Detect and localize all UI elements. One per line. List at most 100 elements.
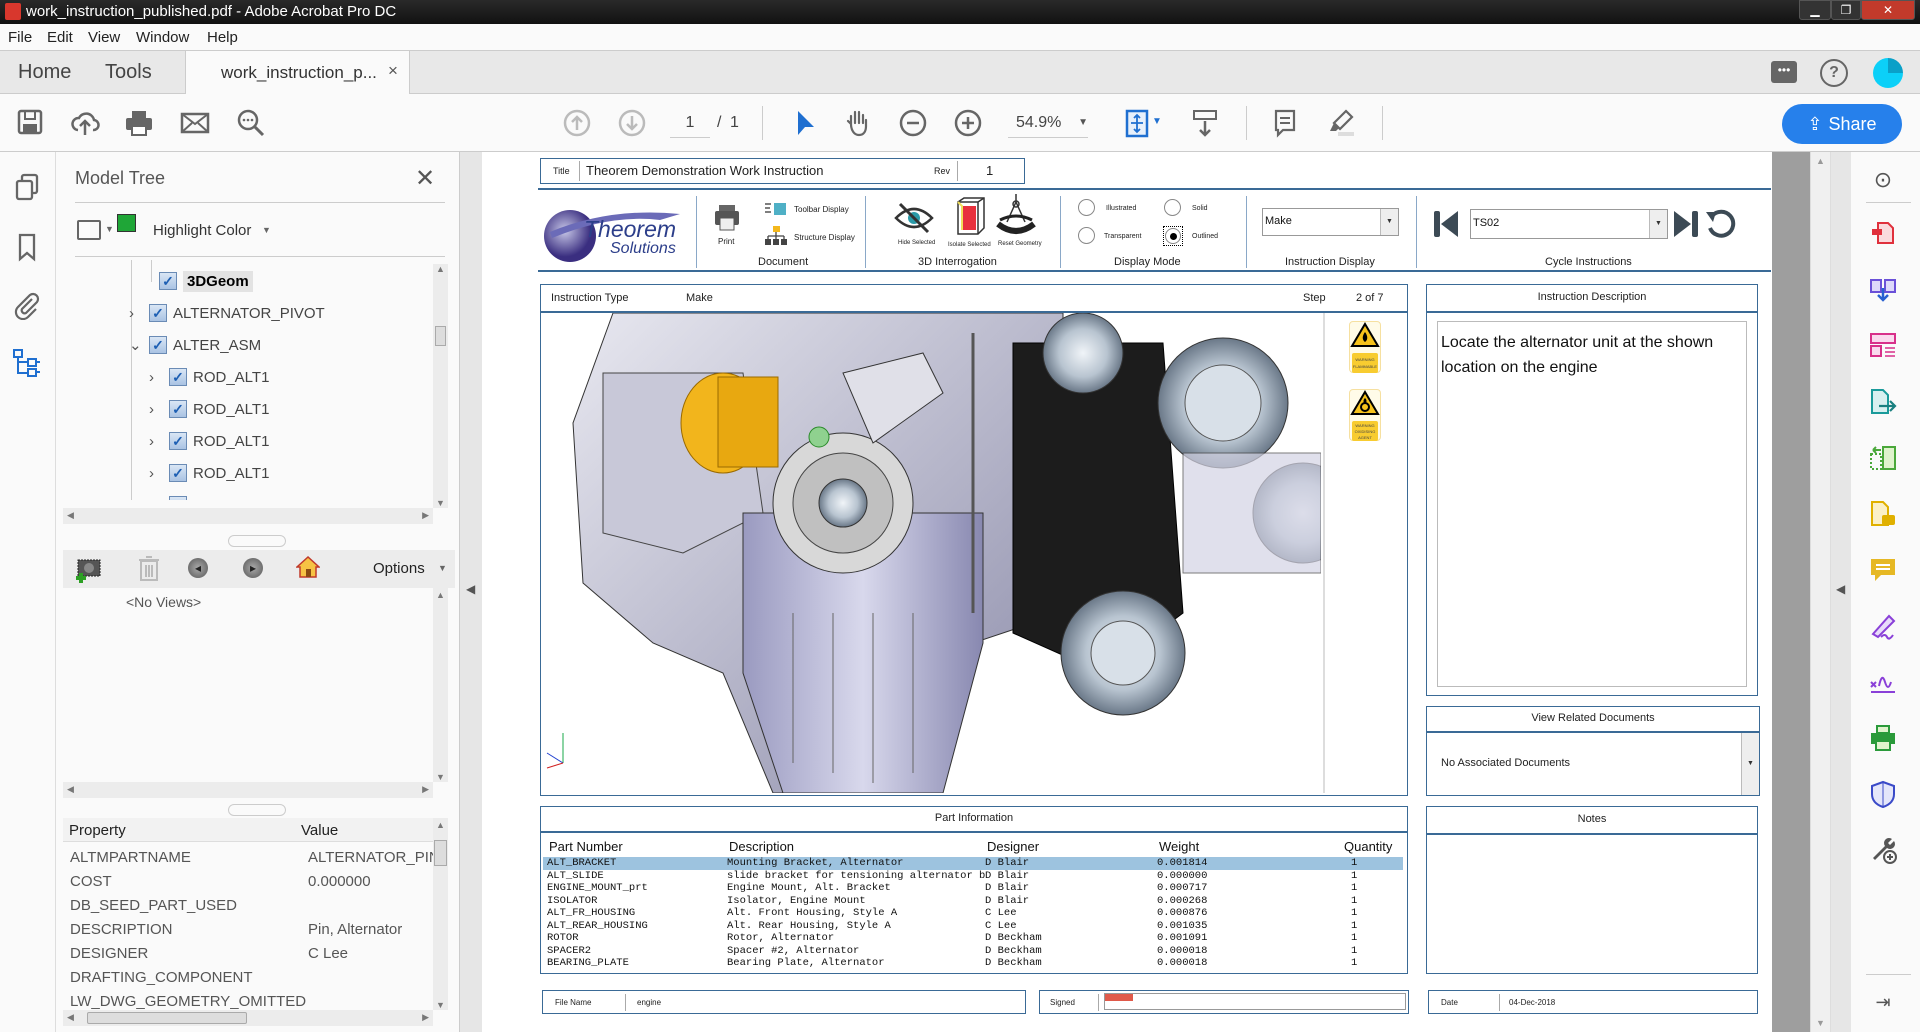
page-number-input[interactable]: 1 xyxy=(670,108,710,138)
attachment-icon[interactable] xyxy=(12,290,42,321)
next-view-icon[interactable]: ▸ xyxy=(243,558,263,578)
property-row[interactable]: DB_SEED_PART_USED xyxy=(70,894,460,918)
edit-pdf-icon[interactable] xyxy=(1869,444,1897,472)
menu-view[interactable]: View xyxy=(88,29,120,46)
property-row[interactable]: DESCRIPTION Pin, Alternator xyxy=(70,918,460,942)
checkbox-checked[interactable]: ✓ xyxy=(149,336,167,354)
properties-vertical-scrollbar[interactable]: ▲ ▼ xyxy=(433,818,448,1010)
comment-tool-icon[interactable] xyxy=(1869,556,1897,584)
toolbar-display-icon[interactable] xyxy=(764,202,788,216)
checkbox-checked[interactable]: ✓ xyxy=(149,304,167,322)
page-thumbnails-icon[interactable] xyxy=(12,172,42,202)
parts-table-row[interactable]: ALT_SLIDE slide bracket for tensioning al… xyxy=(543,870,1403,883)
tree-item[interactable]: › ✓ ROD_ALT1 xyxy=(149,426,269,456)
views-options-menu[interactable]: Options xyxy=(373,560,425,577)
tab-tools[interactable]: Tools xyxy=(105,61,152,84)
share-button[interactable]: ⇪ Share xyxy=(1782,104,1902,144)
views-horizontal-scrollbar[interactable]: ◀ ▶ xyxy=(63,782,433,798)
notes-field[interactable] xyxy=(1431,837,1753,969)
more-tools-icon[interactable] xyxy=(1869,836,1897,864)
close-window-button[interactable]: ✕ xyxy=(1861,0,1915,20)
expand-icon[interactable]: › xyxy=(129,305,149,322)
tree-item[interactable]: › ✓ ROD_ALT1 xyxy=(149,458,269,488)
minimize-button[interactable]: ▁ xyxy=(1799,0,1831,20)
print-form-icon[interactable] xyxy=(714,204,740,232)
splitter-handle[interactable] xyxy=(228,804,286,816)
bookmark-icon[interactable] xyxy=(12,232,42,262)
zoom-level-select[interactable]: 54.9% ▼ xyxy=(1008,108,1088,138)
tree-item[interactable]: ⌄ ✓ ALTER_ASM xyxy=(129,330,261,360)
signature-field[interactable] xyxy=(1104,993,1406,1010)
create-pdf-icon[interactable] xyxy=(1869,220,1897,248)
collapse-tools-pane-icon[interactable]: ⇥ xyxy=(1869,988,1897,1016)
3d-model-viewport[interactable] xyxy=(543,313,1321,793)
first-instruction-icon[interactable] xyxy=(1433,210,1459,238)
parts-table-row[interactable]: SPACER2 Spacer #2, Alternator D Beckham 0.0… xyxy=(543,945,1403,958)
checkbox-checked[interactable]: ✓ xyxy=(169,432,187,450)
tree-item[interactable]: › ✓ BRUSH_REGULATOR xyxy=(149,490,346,500)
model-tree-icon[interactable] xyxy=(12,348,42,378)
zoom-in-icon[interactable] xyxy=(953,108,983,138)
property-row[interactable]: DRAFTING_COMPONENT xyxy=(70,966,460,990)
highlight-color-swatch[interactable] xyxy=(117,214,136,232)
views-vertical-scrollbar[interactable]: ▲ ▼ xyxy=(433,588,448,782)
highlight-color-dropdown-icon[interactable]: ▼ xyxy=(262,225,271,235)
structure-display-icon[interactable] xyxy=(764,226,788,246)
tree-item[interactable]: ✓ 3DGeom xyxy=(159,266,253,296)
menu-window[interactable]: Window xyxy=(136,29,189,46)
comment-icon[interactable] xyxy=(1270,108,1300,138)
tree-options-dropdown-icon[interactable]: ▼ xyxy=(105,224,114,234)
print-production-icon[interactable] xyxy=(1869,724,1897,752)
close-panel-icon[interactable]: ✕ xyxy=(415,164,435,193)
search-icon[interactable] xyxy=(236,108,266,138)
related-documents-select[interactable]: No Associated Documents ▼ xyxy=(1427,733,1759,795)
select-arrow-icon[interactable] xyxy=(790,108,820,138)
organize-pages-icon[interactable] xyxy=(1869,332,1897,360)
restore-button[interactable]: ❐ xyxy=(1831,0,1861,20)
tab-document[interactable]: work_instruction_p... × xyxy=(185,51,410,95)
parts-table-row[interactable]: ALT_REAR_HOUSING Alt. Rear Housing, Style… xyxy=(543,920,1403,933)
tab-home[interactable]: Home xyxy=(18,61,71,84)
expand-icon[interactable]: › xyxy=(149,433,169,450)
radio-illustrated[interactable] xyxy=(1078,199,1095,216)
parts-table-row[interactable]: BEARING_PLATE Bearing Plate, Alternator D … xyxy=(543,957,1403,970)
parts-table-row[interactable]: ALT_FR_HOUSING Alt. Front Housing, Style … xyxy=(543,907,1403,920)
delete-view-icon[interactable] xyxy=(138,555,160,581)
engine-3d-model[interactable] xyxy=(543,313,1321,793)
checkbox-checked[interactable]: ✓ xyxy=(159,272,177,290)
help-icon[interactable]: ? xyxy=(1820,59,1848,87)
splitter-handle[interactable] xyxy=(228,535,286,547)
expand-icon[interactable]: › xyxy=(149,369,169,386)
fit-page-icon[interactable] xyxy=(1122,108,1152,138)
right-panel-collapse[interactable]: ◀ xyxy=(1831,152,1851,1032)
checkbox-checked[interactable]: ✓ xyxy=(169,496,187,500)
page-down-icon[interactable] xyxy=(617,108,647,138)
request-signatures-icon[interactable] xyxy=(1869,500,1897,528)
tree-horizontal-scrollbar[interactable]: ◀ ▶ xyxy=(63,508,433,524)
menu-help[interactable]: Help xyxy=(207,29,238,46)
radio-solid[interactable] xyxy=(1164,199,1181,216)
protect-icon[interactable] xyxy=(1869,780,1897,809)
menu-file[interactable]: File xyxy=(8,29,32,46)
property-row[interactable]: DESIGNER C Lee xyxy=(70,942,460,966)
zoom-out-icon[interactable] xyxy=(898,108,928,138)
enhanced-search-icon[interactable]: ⊙ xyxy=(1869,166,1897,194)
radio-outlined-selected[interactable] xyxy=(1163,226,1183,246)
parts-table-row[interactable]: ALT_BRACKET Mounting Bracket, Alternator D… xyxy=(543,857,1403,870)
properties-horizontal-scrollbar[interactable]: ◀ ▶ xyxy=(63,1010,433,1026)
checkbox-checked[interactable]: ✓ xyxy=(169,368,187,386)
tree-item[interactable]: › ✓ ALTERNATOR_PIVOT xyxy=(129,298,325,328)
export-pdf-icon[interactable] xyxy=(1869,388,1897,416)
previous-view-icon[interactable]: ◂ xyxy=(188,558,208,578)
menu-edit[interactable]: Edit xyxy=(47,29,73,46)
tree-item[interactable]: › ✓ ROD_ALT1 xyxy=(149,362,269,392)
fit-page-dropdown-icon[interactable]: ▼ xyxy=(1152,116,1162,127)
reset-geometry-icon[interactable] xyxy=(994,192,1038,238)
upload-icon[interactable] xyxy=(70,108,100,138)
instruction-display-select[interactable]: Make ▼ xyxy=(1262,208,1399,236)
hide-selected-icon[interactable] xyxy=(894,200,934,236)
checkbox-checked[interactable]: ✓ xyxy=(169,464,187,482)
save-icon[interactable] xyxy=(15,108,45,138)
expand-icon[interactable]: › xyxy=(149,497,169,501)
chat-icon[interactable]: ••• xyxy=(1771,61,1797,83)
